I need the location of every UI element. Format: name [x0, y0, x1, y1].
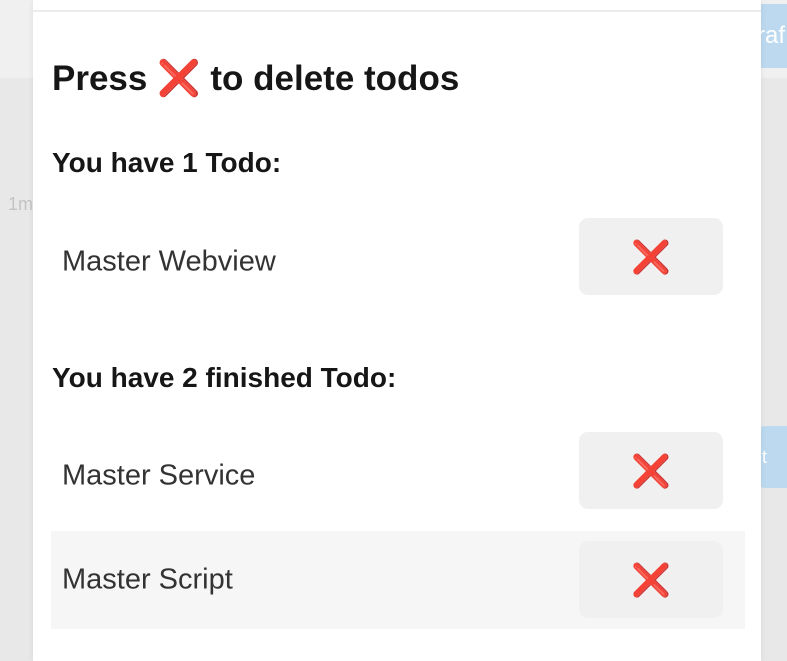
todo-label: Master Script [62, 563, 233, 596]
finished-todo-item: Master Service ❌ [51, 427, 745, 525]
todo-label: Master Webview [62, 245, 276, 278]
todo-label: Master Service [62, 459, 256, 492]
page-title: Press ❌ to delete todos [52, 59, 460, 98]
todo-item: Master Webview ❌ [51, 213, 745, 311]
open-todos-heading: You have 1 Todo: [52, 147, 282, 178]
cross-mark-icon: ❌ [631, 237, 671, 276]
background-timestamp: 1m [8, 194, 34, 214]
delete-todo-button[interactable]: ❌ [579, 432, 723, 509]
cross-mark-icon: ❌ [631, 560, 671, 599]
delete-todo-button[interactable]: ❌ [579, 541, 723, 618]
todo-panel: Press ❌ to delete todos You have 1 Todo:… [33, 0, 761, 661]
delete-todo-button[interactable]: ❌ [579, 218, 723, 295]
finished-todo-item: Master Script ❌ [51, 531, 745, 629]
divider [33, 10, 761, 12]
finished-todos-heading: You have 2 finished Todo: [52, 362, 397, 393]
cross-mark-icon: ❌ [631, 451, 671, 490]
